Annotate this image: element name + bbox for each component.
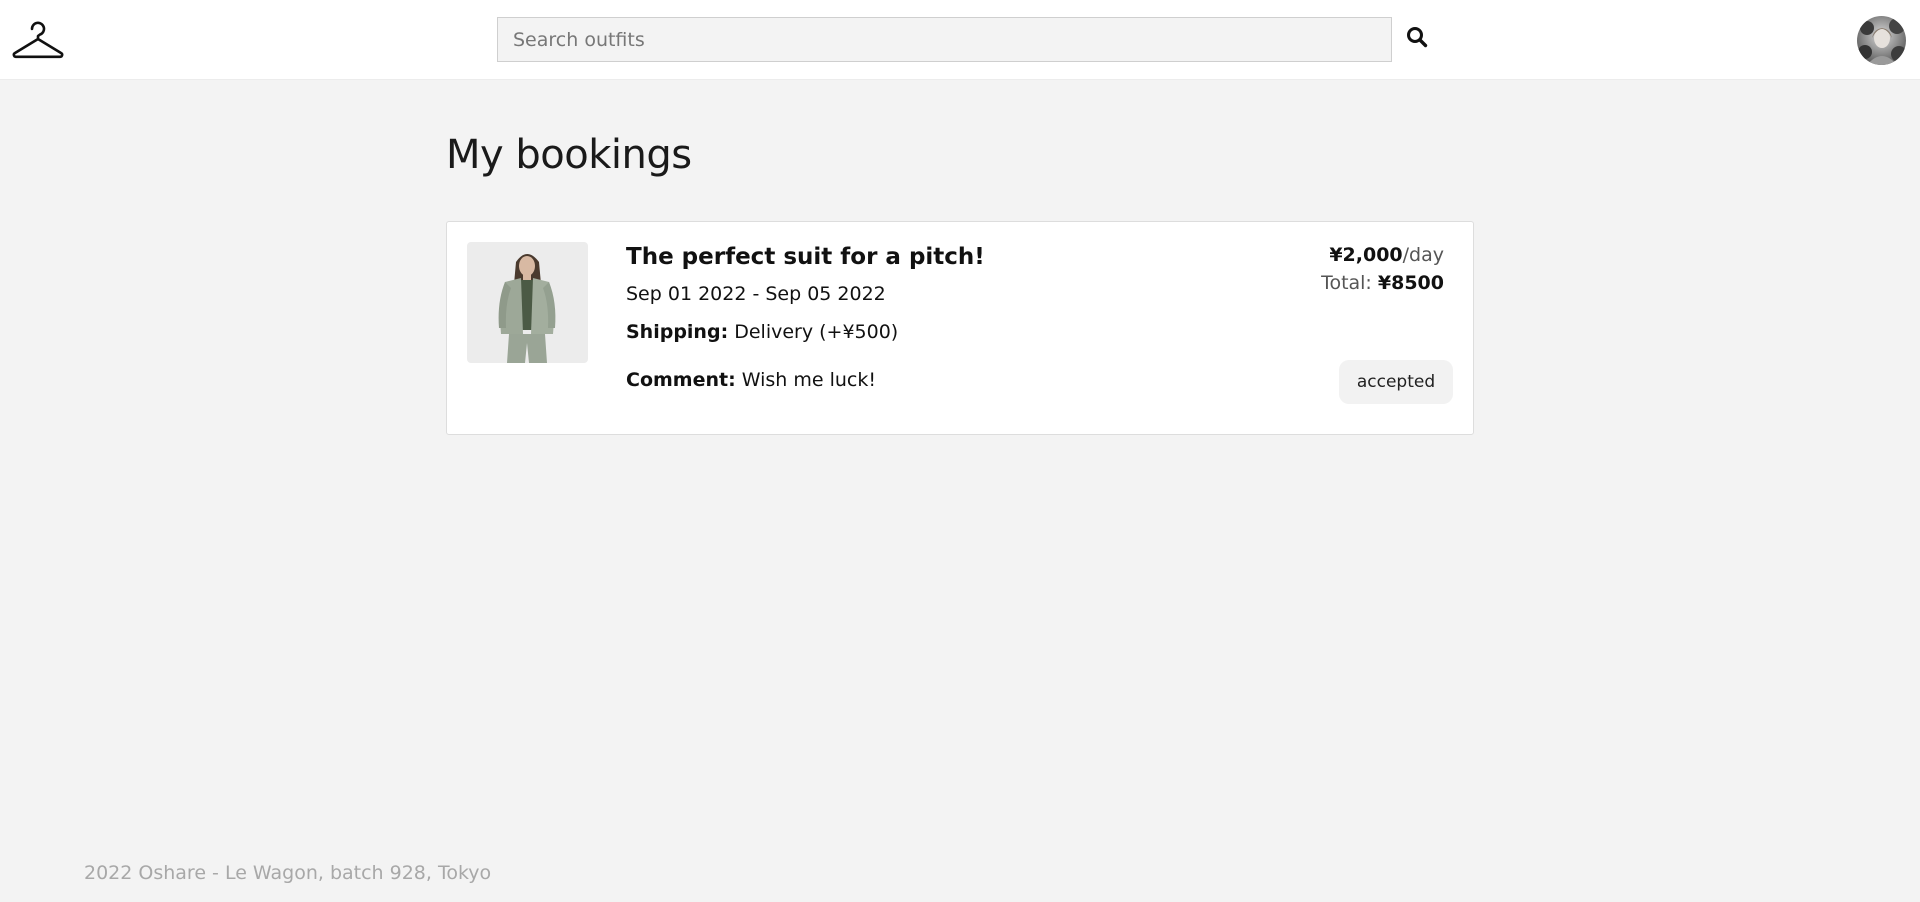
- shipping-label: Shipping:: [626, 321, 729, 343]
- hanger-logo-icon[interactable]: [12, 20, 64, 60]
- page-title: My bookings: [446, 132, 692, 178]
- daily-price: ¥2,000/day: [1329, 244, 1444, 266]
- total-label: Total:: [1321, 272, 1372, 294]
- comment-value: Wish me luck!: [741, 369, 876, 391]
- footer-text: 2022 Oshare - Le Wagon, batch 928, Tokyo: [84, 862, 492, 884]
- booking-shipping: Shipping: Delivery (+¥500): [626, 321, 898, 343]
- user-avatar[interactable]: [1857, 16, 1906, 65]
- price-value: ¥2,000: [1329, 244, 1403, 266]
- navbar: [0, 0, 1920, 80]
- booking-comment: Comment: Wish me luck!: [626, 369, 876, 391]
- booking-card[interactable]: The perfect suit for a pitch! Sep 01 202…: [446, 221, 1474, 435]
- search-input[interactable]: [497, 17, 1392, 62]
- price-unit: /day: [1402, 244, 1444, 266]
- search-bar: [497, 17, 1392, 62]
- shipping-value: Delivery (+¥500): [734, 321, 899, 343]
- total-price: Total: ¥8500: [1321, 272, 1444, 294]
- outfit-image[interactable]: [467, 242, 588, 363]
- booking-title: The perfect suit for a pitch!: [626, 244, 985, 270]
- search-icon: [1407, 26, 1428, 47]
- booking-dates: Sep 01 2022 - Sep 05 2022: [626, 283, 886, 305]
- comment-label: Comment:: [626, 369, 736, 391]
- status-badge: accepted: [1339, 360, 1453, 404]
- total-value: ¥8500: [1377, 272, 1444, 294]
- search-button[interactable]: [1404, 24, 1430, 52]
